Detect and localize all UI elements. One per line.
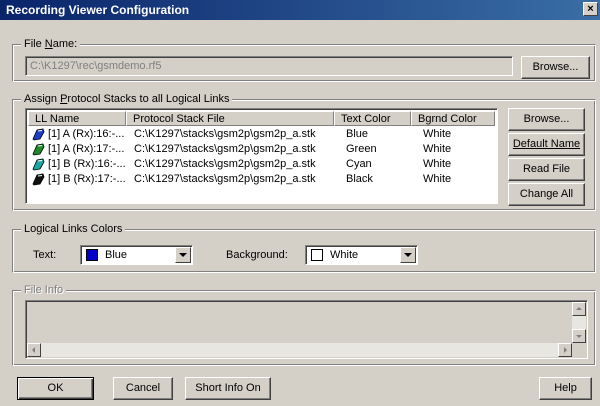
help-button[interactable]: Help [539,377,592,400]
text-color-label: Text: [33,249,57,261]
row-ll-name: [1] B (Rx):17:-... [48,173,126,185]
row-bgrnd-color: White [423,143,452,155]
list-item[interactable]: [1] B (Rx):17:-... C:\K1297\stacks\gsm2p\… [28,172,506,187]
row-text-color: Cyan [346,158,372,170]
chevron-down-icon[interactable] [400,247,416,263]
row-stack-file: C:\K1297\stacks\gsm2p\gsm2p_a.stk [134,173,316,185]
file-name-field[interactable]: C:\K1297\rec\gsmdemo.rf5 [25,56,513,76]
background-color-select[interactable]: White [305,245,418,265]
chevron-down-icon[interactable] [175,247,191,263]
column-header-bgrnd-color[interactable]: Bgrnd Color [411,111,495,126]
logical-links-list[interactable]: LL Name Protocol Stack File Text Color B… [25,108,498,204]
read-file-button[interactable]: Read File [508,158,585,181]
horizontal-scrollbar[interactable] [27,343,572,357]
file-browse-button[interactable]: Browse... [521,56,590,79]
close-button[interactable]: × [583,2,598,16]
scroll-left-icon[interactable] [27,343,41,357]
column-header-stack-file[interactable]: Protocol Stack File [126,111,334,126]
scroll-up-icon[interactable] [572,302,586,316]
vertical-scrollbar[interactable] [572,302,586,343]
scroll-down-icon[interactable] [572,329,586,343]
stack-browse-button[interactable]: Browse... [508,108,585,131]
row-bgrnd-color: White [423,128,452,140]
row-text-color: Green [346,143,377,155]
background-color-label: Background: [226,249,288,261]
cancel-button[interactable]: Cancel [113,377,173,400]
close-icon: × [587,3,594,15]
row-stack-file: C:\K1297\stacks\gsm2p\gsm2p_a.stk [134,158,316,170]
file-info-box[interactable] [25,300,588,359]
assign-stacks-label: Assign Protocol Stacks to all Logical Li… [21,92,233,106]
window-title: Recording Viewer Configuration [6,3,190,17]
short-info-button[interactable]: Short Info On [185,377,271,400]
row-stack-file: C:\K1297\stacks\gsm2p\gsm2p_a.stk [134,128,316,140]
list-item[interactable]: [1] B (Rx):16:-... C:\K1297\stacks\gsm2p\… [28,157,506,172]
title-bar[interactable]: Recording Viewer Configuration × [0,0,600,20]
row-ll-name: [1] A (Rx):17:-... [48,143,125,155]
list-item[interactable]: [1] A (Rx):17:-... C:\K1297\stacks\gsm2p\… [28,142,506,157]
file-name-value: C:\K1297\rec\gsmdemo.rf5 [30,60,162,72]
list-item[interactable]: [1] A (Rx):16:-... C:\K1297\stacks\gsm2p\… [28,127,506,142]
link-colors-label: Logical Links Colors [21,222,126,236]
change-all-button[interactable]: Change All [508,183,585,206]
file-info-label: File Info [21,283,67,297]
file-name-label: File Name: [21,37,81,51]
ok-button[interactable]: OK [17,377,94,400]
text-color-select[interactable]: Blue [80,245,193,265]
scroll-right-icon[interactable] [558,343,572,357]
column-header-ll-name[interactable]: LL Name [28,111,126,126]
blue-link-icon [31,128,45,141]
black-link-icon [31,173,45,186]
row-bgrnd-color: White [423,173,452,185]
background-color-swatch [311,249,323,261]
row-bgrnd-color: White [423,158,452,170]
row-ll-name: [1] A (Rx):16:-... [48,128,125,140]
dialog-window: Recording Viewer Configuration × File Na… [0,0,600,406]
background-color-value: White [330,249,359,261]
green-link-icon [31,143,45,156]
default-name-button[interactable]: Default Name [508,133,585,156]
cyan-link-icon [31,158,45,171]
row-text-color: Blue [346,128,369,140]
row-text-color: Black [346,173,373,185]
row-stack-file: C:\K1297\stacks\gsm2p\gsm2p_a.stk [134,143,316,155]
row-ll-name: [1] B (Rx):16:-... [48,158,126,170]
column-header-text-color[interactable]: Text Color [334,111,411,126]
text-color-swatch [86,249,98,261]
text-color-value: Blue [105,249,128,261]
